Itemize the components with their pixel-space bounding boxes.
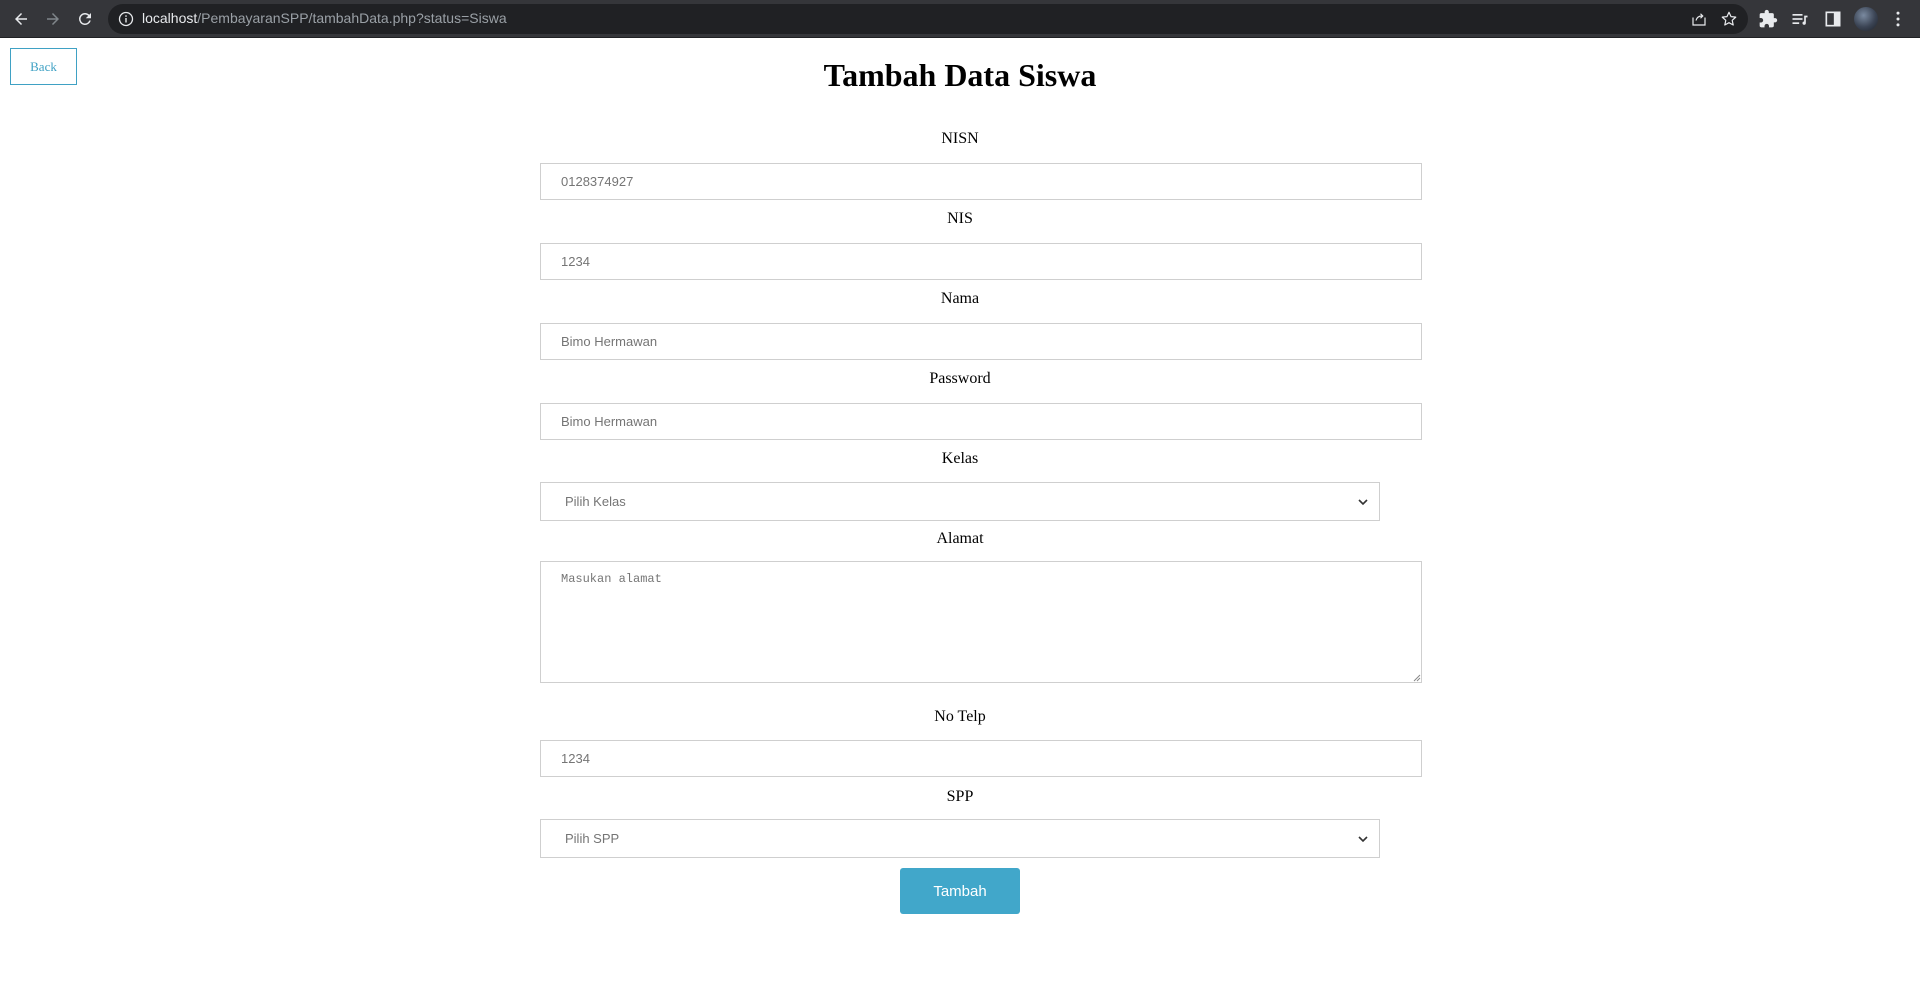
kelas-selected-value: Pilih Kelas: [565, 494, 626, 509]
password-input[interactable]: [540, 403, 1422, 440]
reading-list-icon[interactable]: [1790, 9, 1810, 29]
spp-selected-value: Pilih SPP: [565, 831, 620, 846]
nisn-input[interactable]: [540, 163, 1422, 200]
spp-select[interactable]: Pilih SPP: [540, 819, 1380, 858]
chevron-down-icon: [1358, 836, 1368, 843]
nama-input[interactable]: [540, 323, 1422, 360]
url-path: /PembayaranSPP/tambahData.php?status=Sis…: [197, 10, 507, 26]
spp-label: SPP: [946, 788, 974, 805]
alamat-textarea[interactable]: [540, 561, 1422, 683]
extensions-icon[interactable]: [1758, 9, 1778, 29]
avatar[interactable]: [1854, 7, 1878, 31]
nis-input[interactable]: [540, 243, 1422, 280]
nisn-label: NISN: [941, 130, 979, 147]
tambah-button[interactable]: Tambah: [900, 868, 1020, 914]
alamat-label: Alamat: [936, 530, 984, 547]
page-content: Back Tambah Data Siswa NISN NIS Nama Pas…: [0, 38, 1920, 1003]
resize-handle-icon[interactable]: [1412, 673, 1421, 682]
url-host: localhost: [142, 10, 198, 26]
address-bar[interactable]: localhost/PembayaranSPP/tambahData.php?s…: [108, 4, 1748, 34]
password-label: Password: [929, 370, 991, 387]
page-title: Tambah Data Siswa: [823, 57, 1097, 93]
kelas-select[interactable]: Pilih Kelas: [540, 482, 1380, 521]
kelas-label: Kelas: [941, 450, 979, 467]
nama-label: Nama: [940, 290, 980, 307]
reload-icon[interactable]: [74, 8, 96, 30]
no-telp-label: No Telp: [934, 708, 986, 725]
forward-arrow-icon[interactable]: [42, 8, 64, 30]
chevron-down-icon: [1358, 499, 1368, 506]
share-icon[interactable]: [1690, 10, 1708, 28]
side-panel-icon[interactable]: [1823, 9, 1843, 29]
nis-label: NIS: [947, 210, 973, 227]
browser-toolbar: localhost/PembayaranSPP/tambahData.php?s…: [0, 0, 1920, 38]
star-icon[interactable]: [1720, 10, 1738, 28]
url-text[interactable]: localhost/PembayaranSPP/tambahData.php?s…: [142, 10, 507, 26]
menu-icon[interactable]: [1888, 9, 1908, 29]
info-icon[interactable]: [118, 11, 134, 27]
back-arrow-icon[interactable]: [10, 8, 32, 30]
no-telp-input[interactable]: [540, 740, 1422, 777]
